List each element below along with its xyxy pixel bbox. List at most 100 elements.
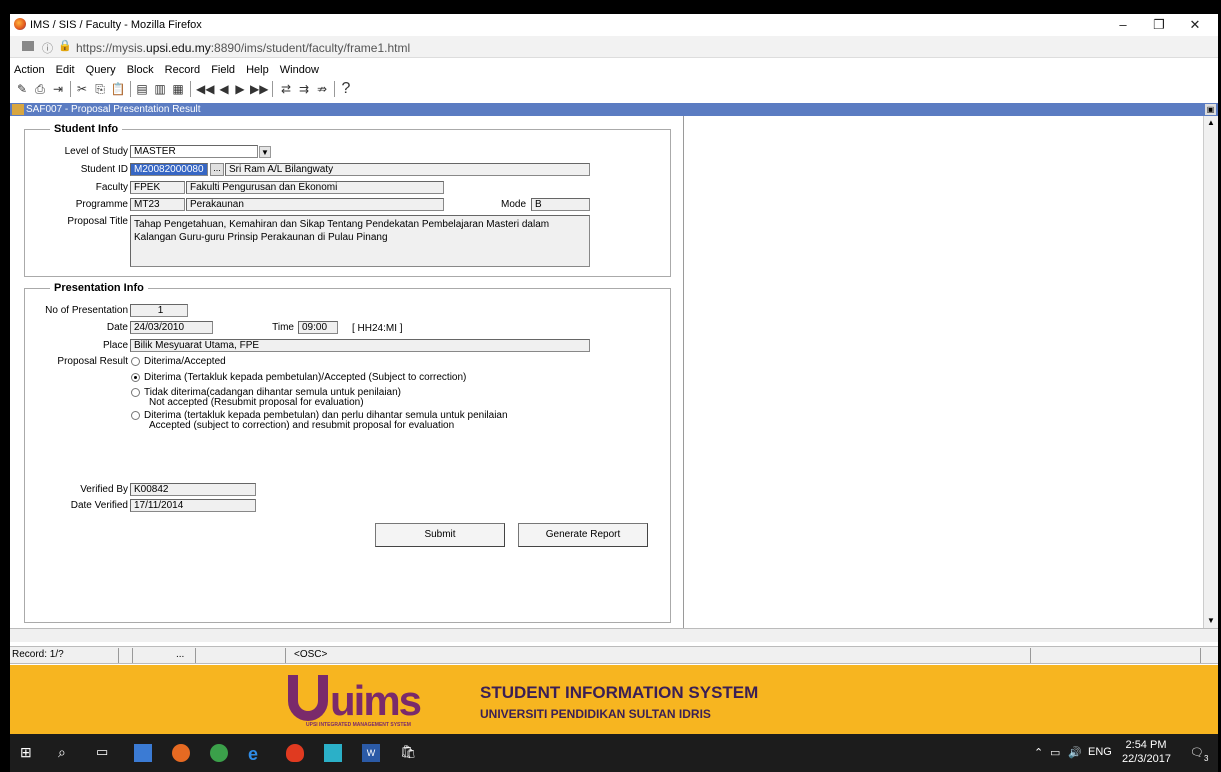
result-radio-accepted-resubmit[interactable]: [131, 411, 140, 420]
verified-by-label: Verified By: [80, 484, 128, 495]
menu-action[interactable]: Action: [14, 61, 45, 79]
generate-report-button[interactable]: Generate Report: [518, 523, 648, 547]
menu-record[interactable]: Record: [165, 61, 200, 79]
vertical-scrollbar[interactable]: ▲ ▼: [1203, 116, 1218, 636]
scroll-down-icon[interactable]: ▼: [1207, 616, 1215, 625]
page-icon: [22, 41, 34, 51]
store-icon[interactable]: 🛍: [400, 744, 418, 762]
student-id-lov-button[interactable]: ...: [210, 163, 224, 176]
form-left-pane: Student Info Level of Study MASTER ▼ Stu…: [10, 116, 684, 636]
time-label: Time: [272, 322, 294, 333]
menu-bar: Action Edit Query Block Record Field Hel…: [10, 61, 1218, 79]
clock[interactable]: 2:54 PM 22/3/2017: [1122, 738, 1171, 766]
network-icon[interactable]: ▭: [1050, 746, 1060, 759]
language-indicator[interactable]: ENG: [1088, 746, 1112, 758]
next-record-icon[interactable]: ▶: [232, 81, 248, 97]
student-name-field: Sri Ram A/L Bilangwaty: [225, 163, 590, 176]
programme-name-field: Perakaunan: [186, 198, 444, 211]
clear-record-icon[interactable]: ▦: [170, 81, 186, 97]
copy-icon[interactable]: ⎘: [92, 81, 108, 97]
url-text[interactable]: https://mysis.upsi.edu.my:8890/ims/stude…: [76, 41, 410, 55]
search-icon[interactable]: ⌕: [58, 744, 76, 762]
firefox-icon: [14, 18, 26, 30]
menu-window[interactable]: Window: [280, 61, 319, 79]
close-button[interactable]: ✕: [1180, 16, 1210, 34]
insert-record-icon[interactable]: ▤: [134, 81, 150, 97]
faculty-code-field: FPEK: [130, 181, 185, 194]
paste-icon[interactable]: 📋: [110, 81, 126, 97]
scroll-up-icon[interactable]: ▲: [1207, 118, 1215, 127]
cut-icon[interactable]: ✂: [74, 81, 90, 97]
status-osc: <OSC>: [294, 649, 328, 660]
result-radio-not-accepted[interactable]: [131, 388, 140, 397]
notification-count: 3: [1204, 754, 1209, 763]
date-verified-label: Date Verified: [70, 500, 128, 511]
flash-icon[interactable]: [286, 744, 304, 762]
presentation-info-title: Presentation Info: [50, 282, 148, 294]
verified-by-field: K00842: [130, 483, 256, 496]
level-of-study-label: Level of Study: [64, 146, 128, 157]
task-view-icon[interactable]: ▭: [96, 744, 114, 762]
help-icon[interactable]: ?: [338, 81, 354, 97]
lock-icon[interactable]: 🔒: [58, 39, 72, 52]
form-icon: [12, 104, 24, 115]
windows-taskbar: ⊞ ⌕ ▭ e W 🛍 ⌃ ▭ 🔊 ENG 2:54 PM 22/3/2017 …: [10, 734, 1218, 772]
screen: IMS / SIS / Faculty - Mozilla Firefox – …: [10, 14, 1218, 734]
restore-button[interactable]: ❐: [1144, 16, 1174, 34]
menu-field[interactable]: Field: [211, 61, 235, 79]
result-option-not-accepted-en: Not accepted (Resubmit proposal for eval…: [149, 397, 364, 408]
mode-field: B: [531, 198, 590, 211]
menu-query[interactable]: Query: [86, 61, 116, 79]
submit-button[interactable]: Submit: [375, 523, 505, 547]
result-radio-accepted[interactable]: [131, 357, 140, 366]
windows-start-icon[interactable]: ⊞: [20, 744, 38, 762]
previous-record-icon[interactable]: ◀: [216, 81, 232, 97]
edge-icon[interactable]: e: [248, 744, 266, 764]
menu-block[interactable]: Block: [127, 61, 154, 79]
cancel-query-icon[interactable]: ⇏: [314, 81, 330, 97]
previous-block-icon[interactable]: ◀◀: [196, 81, 214, 97]
print-icon[interactable]: ⎙: [32, 81, 48, 97]
form-canvas: Student Info Level of Study MASTER ▼ Stu…: [10, 116, 1218, 636]
exit-icon[interactable]: ⇥: [50, 81, 66, 97]
programme-code-field: MT23: [130, 198, 185, 211]
time-format-hint: [ HH24:MI ]: [352, 323, 403, 334]
mode-label: Mode: [500, 199, 526, 210]
uims-logo-subtitle: UPSI INTEGRATED MANAGEMENT SYSTEM: [306, 722, 411, 728]
minimize-button[interactable]: –: [1108, 16, 1138, 34]
notification-icon[interactable]: 🗨: [1190, 746, 1204, 759]
result-radio-accepted-subject-correction[interactable]: [131, 373, 140, 382]
word-icon[interactable]: W: [362, 744, 380, 762]
info-icon[interactable]: ⓘ: [42, 40, 53, 56]
menu-edit[interactable]: Edit: [56, 61, 75, 79]
enter-query-icon[interactable]: ⇄: [278, 81, 294, 97]
status-ellipsis: ...: [176, 649, 185, 660]
university-name: UNIVERSITI PENDIDIKAN SULTAN IDRIS: [480, 707, 711, 721]
chrome-icon[interactable]: [210, 744, 228, 762]
uims-logo-mark: [288, 675, 328, 721]
level-of-study-select[interactable]: MASTER: [130, 145, 258, 158]
execute-query-icon[interactable]: ⇉: [296, 81, 312, 97]
menu-help[interactable]: Help: [246, 61, 269, 79]
student-info-title: Student Info: [50, 123, 123, 135]
record-indicator: Record: 1/?: [12, 649, 64, 660]
address-bar[interactable]: ⓘ 🔒 https://mysis.upsi.edu.my:8890/ims/s…: [10, 36, 1218, 58]
app-icon[interactable]: [324, 744, 342, 762]
volume-icon[interactable]: 🔊: [1068, 746, 1082, 759]
firefox-taskbar-icon[interactable]: [172, 744, 190, 762]
date-label: Date: [106, 322, 128, 333]
student-id-field[interactable]: M20082000080: [130, 163, 208, 176]
maximize-form-button[interactable]: ▣: [1205, 104, 1216, 115]
clock-date: 22/3/2017: [1122, 753, 1171, 765]
system-title: STUDENT INFORMATION SYSTEM: [480, 683, 759, 702]
save-icon[interactable]: ✎: [14, 81, 30, 97]
uims-logo: uims: [330, 677, 422, 724]
file-explorer-icon[interactable]: [134, 744, 152, 762]
next-block-icon[interactable]: ▶▶: [250, 81, 268, 97]
tray-chevron-icon[interactable]: ⌃: [1034, 746, 1043, 759]
faculty-label: Faculty: [95, 182, 128, 193]
chevron-down-icon[interactable]: ▼: [259, 146, 271, 158]
no-of-presentation-field: 1: [130, 304, 188, 317]
result-option-accepted-subject-correction: Diterima (Tertakluk kepada pembetulan)/A…: [144, 372, 467, 383]
delete-record-icon[interactable]: ▥: [152, 81, 168, 97]
